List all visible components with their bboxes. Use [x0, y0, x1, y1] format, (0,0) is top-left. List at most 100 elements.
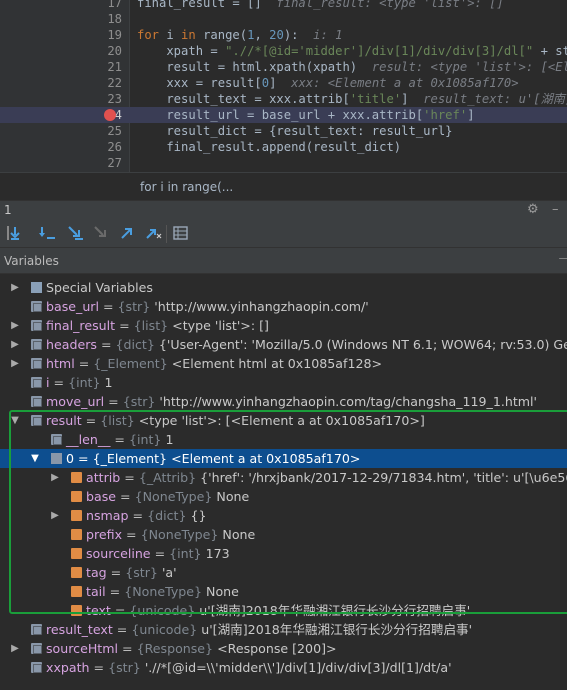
- equals-sign: =: [150, 546, 170, 561]
- variable-value: {'User-Agent': 'Mozilla/5.0 (Windows NT …: [158, 337, 567, 352]
- attr-icon: [71, 567, 82, 578]
- expand-arrow-icon[interactable]: ▶: [10, 335, 20, 354]
- debug-session-tab[interactable]: 1: [4, 203, 12, 217]
- code-line[interactable]: 25 result_dict = {result_text: result_ur…: [0, 123, 567, 139]
- variable-value: 1: [104, 375, 113, 390]
- expand-arrow-icon[interactable]: ▶: [10, 316, 20, 335]
- code-token: ]: [467, 108, 475, 122]
- step-into-my-code-icon[interactable]: [92, 224, 110, 242]
- variables-tree[interactable]: ▶ Special Variables base_url = {str} 'http…: [0, 274, 567, 690]
- tree-row[interactable]: ▶ sourceHtml = {Response} <Response [200]…: [0, 639, 567, 658]
- line-number: 23: [107, 92, 122, 106]
- variable-name: prefix: [86, 527, 123, 542]
- tree-row[interactable]: ▶ Special Variables: [0, 278, 567, 297]
- variable-type: {unicode}: [129, 603, 196, 618]
- code-editor[interactable]: 17 final_result = [] final_result: <type …: [0, 0, 567, 172]
- pin-icon[interactable]: ⊣: [558, 252, 567, 267]
- code-token: final_result.append(result_dict): [137, 140, 402, 154]
- code-line[interactable]: 22 xxx = result[0] xxx: <Element a at 0x…: [0, 75, 567, 91]
- variable-type: {str}: [117, 299, 151, 314]
- tree-row[interactable]: sourceline = {int} 173: [0, 544, 567, 563]
- expand-arrow-icon[interactable]: ▶: [10, 354, 20, 373]
- breakpoint-icon[interactable]: [104, 109, 116, 121]
- equals-sign: =: [104, 394, 123, 409]
- tree-row[interactable]: ▶ nsmap = {dict} {}: [0, 506, 567, 525]
- variable-name: tag: [86, 565, 107, 580]
- tree-row[interactable]: tag = {str} 'a': [0, 563, 567, 582]
- tree-row[interactable]: ▼ 0 = {_Element} <Element a at 0x1085af17…: [0, 449, 567, 468]
- tree-row[interactable]: ▶ attrib = {_Attrib} {'href': '/hrxjbank/…: [0, 468, 567, 487]
- tree-row[interactable]: base = {NoneType} None: [0, 487, 567, 506]
- variable-type: {int}: [169, 546, 202, 561]
- panel-title: Variables: [4, 254, 59, 268]
- variable-type: {list}: [133, 318, 169, 333]
- attr-icon: [71, 472, 82, 483]
- tree-row[interactable]: xxpath = {str} './/*[@id=\\'midder\\']/d…: [0, 658, 567, 677]
- tree-row[interactable]: text = {unicode} u'[湖南]2018年华融湘江银行长沙分行招聘…: [0, 601, 567, 620]
- code-token: result_url = base_url + xxx.attrib[: [137, 108, 424, 122]
- run-to-cursor-icon[interactable]: [144, 224, 162, 242]
- breadcrumb[interactable]: for i in range(...: [140, 180, 233, 194]
- step-out-icon[interactable]: [118, 224, 136, 242]
- expand-arrow-icon[interactable]: ▶: [10, 639, 20, 658]
- step-into-icon[interactable]: [66, 224, 84, 242]
- variable-value: <Response [200]>: [217, 641, 337, 656]
- evaluate-expression-icon[interactable]: [172, 224, 190, 242]
- tree-row[interactable]: base_url = {str} 'http://www.yinhangzhao…: [0, 297, 567, 316]
- expand-arrow-icon[interactable]: ▶: [10, 278, 20, 297]
- variable-text: html = {_Element} <Element html at 0x108…: [46, 354, 382, 373]
- tree-row[interactable]: move_url = {str} 'http://www.yinhangzhao…: [0, 392, 567, 411]
- code-line[interactable]: 18: [0, 11, 567, 27]
- variable-value: 'http://www.yinhangzhaopin.com/tag/chang…: [159, 394, 538, 409]
- variable-value: u'[湖南]2018年华融湘江银行长沙分行招聘启事': [201, 622, 473, 637]
- code-line[interactable]: 23 result_text = xxx.attrib['title'] res…: [0, 91, 567, 107]
- tree-row[interactable]: tail = {NoneType} None: [0, 582, 567, 601]
- line-number: 18: [107, 12, 122, 26]
- variable-text: i = {int} 1: [46, 373, 113, 392]
- variable-text: tag = {str} 'a': [86, 563, 177, 582]
- inline-value-hint: result: <type 'list'>: [<Element: [371, 60, 567, 74]
- tree-row[interactable]: prefix = {NoneType} None: [0, 525, 567, 544]
- code-token: range(: [203, 28, 248, 42]
- code-line[interactable]: 17 final_result = [] final_result: <type …: [0, 0, 567, 11]
- variable-type: {unicode}: [131, 622, 198, 637]
- debug-tab-strip: 1 ⚙ –: [0, 200, 567, 220]
- code-token: 'title': [349, 92, 402, 106]
- variable-name: base: [86, 489, 117, 504]
- code-line[interactable]: 24 result_url = base_url + xxx.attrib['h…: [0, 107, 567, 123]
- variable-text: headers = {dict} {'User-Agent': 'Mozilla…: [46, 335, 567, 354]
- debug-toolbar: [0, 220, 567, 248]
- variable-text: base = {NoneType} None: [86, 487, 249, 506]
- collapse-arrow-icon[interactable]: ▼: [10, 411, 20, 430]
- code-line[interactable]: 20 xpath = ".//*[@id='midder']/div[1]/di…: [0, 43, 567, 59]
- step-over-icon[interactable]: [38, 224, 56, 242]
- code-text: final_result = [] final_result: <type 'l…: [137, 0, 504, 11]
- tree-row[interactable]: ▶ headers = {dict} {'User-Agent': 'Mozill…: [0, 335, 567, 354]
- tree-row[interactable]: ▶ html = {_Element} <Element html at 0x10…: [0, 354, 567, 373]
- code-line[interactable]: 19 for i in range(1, 20): i: 1: [0, 27, 567, 43]
- tree-row[interactable]: i = {int} 1: [0, 373, 567, 392]
- variable-type: {_Element}: [92, 451, 168, 466]
- tree-row[interactable]: ▼ result = {list} <type 'list'>: [<Elemen…: [0, 411, 567, 430]
- variable-name: __len__: [66, 432, 111, 447]
- gear-icon[interactable]: ⚙: [527, 202, 539, 217]
- variable-text: final_result = {list} <type 'list'>: []: [46, 316, 269, 335]
- line-number: 22: [107, 76, 122, 90]
- minimize-icon[interactable]: –: [552, 202, 559, 217]
- variable-value: None: [222, 527, 256, 542]
- show-execution-point-icon[interactable]: [6, 224, 24, 242]
- equals-sign: =: [74, 356, 94, 371]
- expand-arrow-icon[interactable]: ▶: [50, 506, 60, 525]
- variable-value: <type 'list'>: [<Element a at 0x1085af17…: [138, 413, 425, 428]
- variable-text: 0 = {_Element} <Element a at 0x1085af170…: [66, 449, 360, 468]
- tree-row[interactable]: __len__ = {int} 1: [0, 430, 567, 449]
- attr-icon: [71, 529, 82, 540]
- collapse-arrow-icon[interactable]: ▼: [30, 449, 40, 468]
- code-line[interactable]: 21 result = html.xpath(xpath) result: <t…: [0, 59, 567, 75]
- tree-row[interactable]: ▶ final_result = {list} <type 'list'>: []: [0, 316, 567, 335]
- tree-row[interactable]: result_text = {unicode} u'[湖南]2018年华融湘江银…: [0, 620, 567, 639]
- code-text: result = html.xpath(xpath) result: <type…: [137, 59, 567, 75]
- code-line[interactable]: 27: [0, 155, 567, 171]
- expand-arrow-icon[interactable]: ▶: [50, 468, 60, 487]
- code-line[interactable]: 26 final_result.append(result_dict): [0, 139, 567, 155]
